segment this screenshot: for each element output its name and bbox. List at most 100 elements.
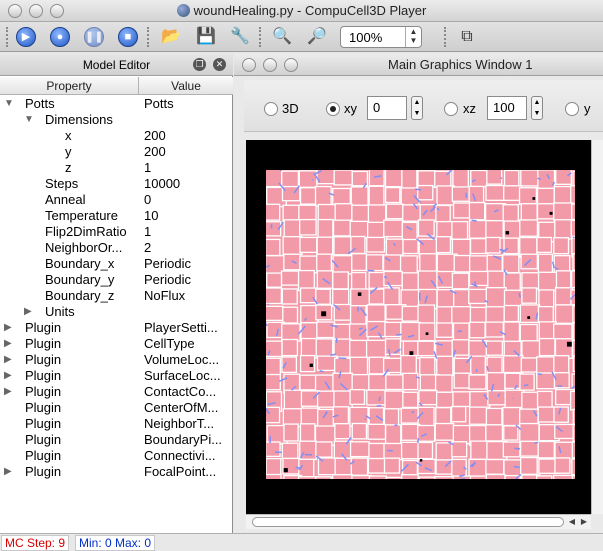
tree-value-label[interactable]: 2: [144, 240, 151, 256]
tree-value-label[interactable]: Periodic: [144, 256, 191, 272]
toolbar-grip[interactable]: [259, 27, 263, 47]
collapsed-arrow-icon[interactable]: ▶: [4, 336, 12, 352]
tree-row[interactable]: ▶ Plugin VolumeLoc...: [0, 352, 233, 368]
collapsed-arrow-icon[interactable]: ▶: [4, 384, 12, 400]
tree-row[interactable]: ▼ Potts Potts: [0, 96, 233, 112]
tree-row[interactable]: ▶ Plugin ContactCo...: [0, 384, 233, 400]
save-icon[interactable]: 💾: [196, 27, 216, 47]
minimize-graphics-button[interactable]: [263, 58, 277, 72]
tree-row[interactable]: Boundary_z NoFlux: [0, 288, 233, 304]
tree-row[interactable]: ▶ Plugin FocalPoint...: [0, 464, 233, 480]
collapsed-arrow-icon[interactable]: ▶: [4, 352, 12, 368]
tree-property-label: Plugin: [25, 400, 62, 415]
tree-value-label[interactable]: 200: [144, 128, 166, 144]
cell: [365, 339, 387, 359]
radio-3d-label: 3D: [282, 101, 299, 116]
scroll-left-icon[interactable]: ◀: [566, 515, 578, 529]
scroll-thumb[interactable]: [252, 517, 564, 527]
close-panel-icon[interactable]: ✕: [213, 58, 226, 71]
radio-3d[interactable]: [264, 102, 278, 116]
tree-value-label[interactable]: NoFlux: [144, 288, 185, 304]
column-header-value[interactable]: Value: [139, 77, 233, 95]
cell: [334, 423, 351, 440]
toolbar-grip[interactable]: [147, 27, 151, 47]
zoom-out-icon[interactable]: 🔎: [307, 27, 327, 47]
zoom-select[interactable]: 100% ▲ ▼: [340, 26, 422, 48]
tree-row[interactable]: y 200: [0, 144, 233, 160]
tree-value-label[interactable]: CenterOfM...: [144, 400, 218, 416]
tree-row[interactable]: Plugin CenterOfM...: [0, 400, 233, 416]
cell: [368, 475, 388, 479]
tree-value-label[interactable]: 10000: [144, 176, 180, 192]
expanded-arrow-icon[interactable]: ▼: [24, 112, 34, 128]
tree-row[interactable]: Flip2DimRatio 1: [0, 224, 233, 240]
expanded-arrow-icon[interactable]: ▼: [4, 96, 14, 112]
tree-value-label[interactable]: 1: [144, 224, 151, 240]
tree-row[interactable]: ▶ Plugin SurfaceLoc...: [0, 368, 233, 384]
tree-row[interactable]: Boundary_y Periodic: [0, 272, 233, 288]
tree-value-label[interactable]: Connectivi...: [144, 448, 216, 464]
maximize-graphics-button[interactable]: [284, 58, 298, 72]
tree-row[interactable]: x 200: [0, 128, 233, 144]
tree-value-label[interactable]: NeighborT...: [144, 416, 214, 432]
tree-row[interactable]: ▶ Plugin CellType: [0, 336, 233, 352]
float-panel-icon[interactable]: ❐: [193, 58, 206, 71]
radio-yz[interactable]: [565, 102, 579, 116]
graphics-canvas[interactable]: [246, 140, 591, 514]
open-folder-icon[interactable]: 📂: [161, 27, 181, 47]
tree-row[interactable]: ▶ Plugin PlayerSetti...: [0, 320, 233, 336]
xz-stepper-icon[interactable]: ▲ ▼: [531, 96, 543, 120]
step-button[interactable]: ▶: [16, 27, 36, 47]
horizontal-scrollbar[interactable]: ◀ ▶: [246, 514, 591, 529]
collapsed-arrow-icon[interactable]: ▶: [4, 464, 12, 480]
scroll-right-icon[interactable]: ▶: [578, 515, 590, 529]
column-header-property[interactable]: Property: [0, 77, 139, 95]
toolbar-grip[interactable]: [6, 27, 10, 47]
cell-lattice[interactable]: [266, 170, 575, 479]
new-window-icon[interactable]: ⧉: [457, 27, 477, 47]
tree-value-label[interactable]: BoundaryPi...: [144, 432, 222, 448]
tools-icon[interactable]: 🔧: [230, 27, 250, 47]
radio-xy[interactable]: [326, 102, 340, 116]
tree-value-label[interactable]: 1: [144, 160, 151, 176]
tree-value-label[interactable]: 0: [144, 192, 151, 208]
collapsed-arrow-icon[interactable]: ▶: [4, 368, 12, 384]
cell: [315, 441, 333, 458]
tree-row[interactable]: Steps 10000: [0, 176, 233, 192]
collapsed-arrow-icon[interactable]: ▶: [24, 304, 32, 320]
run-button[interactable]: ●: [50, 27, 70, 47]
tree-value-label[interactable]: FocalPoint...: [144, 464, 216, 480]
tree-row[interactable]: ▶ Units: [0, 304, 233, 320]
tree-value-label[interactable]: ContactCo...: [144, 384, 216, 400]
xz-plane-input[interactable]: 100: [487, 96, 527, 120]
xy-plane-input[interactable]: 0: [367, 96, 407, 120]
xy-stepper-icon[interactable]: ▲ ▼: [411, 96, 423, 120]
stop-button[interactable]: ■: [118, 27, 138, 47]
tree-value-label[interactable]: CellType: [144, 336, 195, 352]
radio-xz[interactable]: [444, 102, 458, 116]
zoom-in-icon[interactable]: 🔍: [272, 27, 292, 47]
close-graphics-button[interactable]: [242, 58, 256, 72]
zoom-stepper-icon[interactable]: ▲ ▼: [405, 27, 421, 47]
tree-row[interactable]: Plugin BoundaryPi...: [0, 432, 233, 448]
tree-value-label[interactable]: 10: [144, 208, 158, 224]
tree-row[interactable]: Anneal 0: [0, 192, 233, 208]
pause-button[interactable]: ❚❚: [84, 27, 104, 47]
tree-value-label[interactable]: Periodic: [144, 272, 191, 288]
tree-row[interactable]: NeighborOr... 2: [0, 240, 233, 256]
tree-row[interactable]: z1: [0, 160, 233, 176]
tree-value-label[interactable]: Potts: [144, 96, 174, 112]
tree-row[interactable]: Plugin NeighborT...: [0, 416, 233, 432]
tree-value-label[interactable]: PlayerSetti...: [144, 320, 218, 336]
tree-value-label[interactable]: SurfaceLoc...: [144, 368, 221, 384]
toolbar-grip[interactable]: [444, 27, 448, 47]
vertical-scrollbar[interactable]: [591, 140, 603, 514]
tree-property-label: Steps: [45, 176, 79, 191]
tree-row[interactable]: ▼ Dimensions: [0, 112, 233, 128]
tree-row[interactable]: Boundary_x Periodic: [0, 256, 233, 272]
tree-row[interactable]: Plugin Connectivi...: [0, 448, 233, 464]
tree-value-label[interactable]: 200: [144, 144, 166, 160]
tree-value-label[interactable]: VolumeLoc...: [144, 352, 219, 368]
collapsed-arrow-icon[interactable]: ▶: [4, 320, 12, 336]
tree-row[interactable]: Temperature 10: [0, 208, 233, 224]
